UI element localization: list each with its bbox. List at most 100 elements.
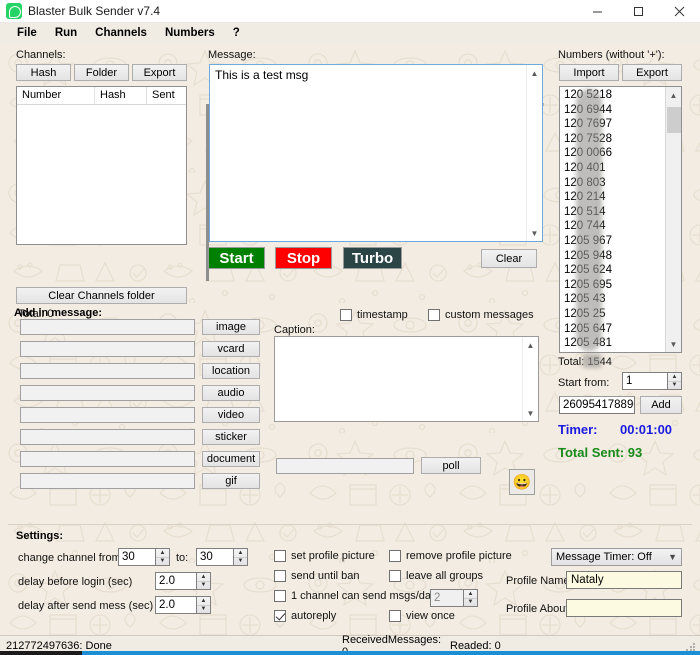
cct-down-icon[interactable]: ▼ <box>234 558 247 566</box>
send-until-ban-checkbox[interactable]: send until ban <box>274 570 360 582</box>
mpd-down-icon[interactable]: ▼ <box>464 599 477 607</box>
numbers-scroll-thumb[interactable] <box>666 107 681 133</box>
numbers-list-item[interactable]: 1205 695 <box>560 278 665 293</box>
numbers-list-item[interactable]: 120 6944 <box>560 103 665 118</box>
grinning-face-icon[interactable]: 😀 <box>509 469 535 495</box>
set-profile-picture-checkbox[interactable]: set profile picture <box>274 550 375 562</box>
start-from-up-icon[interactable]: ▲ <box>668 373 681 382</box>
start-from-spinner[interactable]: 1 ▲ ▼ <box>622 372 682 390</box>
add-sticker-input[interactable] <box>20 429 195 445</box>
numbers-list-item[interactable]: 120 5218 <box>560 88 665 103</box>
ccf-down-icon[interactable]: ▼ <box>156 558 169 566</box>
stop-button[interactable]: Stop <box>275 247 332 269</box>
dbl-down-icon[interactable]: ▼ <box>197 582 210 590</box>
add-document-input[interactable] <box>20 451 195 467</box>
send-until-ban-box[interactable] <box>274 570 286 582</box>
menu-item-file[interactable]: File <box>8 25 46 41</box>
dbl-arrows[interactable]: ▲ ▼ <box>196 572 211 590</box>
add-document-button[interactable]: document <box>202 451 260 467</box>
change-channel-to-value[interactable]: 30 <box>196 548 233 566</box>
msgs-per-day-value[interactable]: 2 <box>430 589 463 607</box>
numbers-scroll-up-icon[interactable]: ▲ <box>666 87 682 103</box>
add-gif-button[interactable]: gif <box>202 473 260 489</box>
menu-item-help[interactable]: ? <box>224 25 249 41</box>
numbers-list-item[interactable]: 120 744 <box>560 219 665 234</box>
autoreply-box[interactable] <box>274 610 286 622</box>
one-channel-per-day-box[interactable] <box>274 590 286 602</box>
maximize-icon[interactable] <box>618 0 659 23</box>
caption-textarea[interactable]: ▲ ▼ <box>274 336 539 422</box>
add-sticker-button[interactable]: sticker <box>202 429 260 445</box>
chevron-down-icon[interactable]: ▼ <box>668 552 677 562</box>
delay-before-login-value[interactable]: 2.0 <box>155 572 196 590</box>
numbers-list-item[interactable]: 120 514 <box>560 205 665 220</box>
caption-scroll-track[interactable] <box>523 353 539 405</box>
channels-export-button[interactable]: Export <box>132 64 187 81</box>
numbers-list-item[interactable]: 1205 624 <box>560 263 665 278</box>
add-vcard-button[interactable]: vcard <box>202 341 260 357</box>
close-icon[interactable] <box>659 0 700 23</box>
numbers-scrollbar[interactable]: ▲ ▼ <box>665 87 681 352</box>
custom-messages-checkbox-box[interactable] <box>428 309 440 321</box>
numbers-import-button[interactable]: Import <box>559 64 619 81</box>
caption-text[interactable] <box>275 337 522 421</box>
numbers-list-item[interactable]: 120 7528 <box>560 132 665 147</box>
delay-before-login-spinner[interactable]: 2.0 ▲ ▼ <box>155 572 211 590</box>
das-arrows[interactable]: ▲ ▼ <box>196 596 211 614</box>
view-once-checkbox[interactable]: view once <box>389 610 455 622</box>
add-audio-button[interactable]: audio <box>202 385 260 401</box>
message-text[interactable]: This is a test msg <box>210 65 526 241</box>
numbers-list-item[interactable]: 1205 967 <box>560 234 665 249</box>
custom-messages-checkbox[interactable]: custom messages <box>428 309 534 321</box>
add-video-button[interactable]: video <box>202 407 260 423</box>
minimize-icon[interactable] <box>577 0 618 23</box>
mpd-arrows[interactable]: ▲ ▼ <box>463 589 478 607</box>
caption-scroll-up-icon[interactable]: ▲ <box>523 337 539 353</box>
start-button[interactable]: Start <box>208 247 265 269</box>
clear-message-button[interactable]: Clear <box>481 249 537 268</box>
timestamp-checkbox[interactable]: timestamp <box>340 309 408 321</box>
numbers-scroll-track[interactable] <box>666 103 682 336</box>
numbers-list[interactable]: 120 5218 120 6944 120 7697 120 7528 120 0066… <box>559 86 682 353</box>
view-once-box[interactable] <box>389 610 401 622</box>
add-audio-input[interactable] <box>20 385 195 401</box>
numbers-list-item[interactable]: 120 7697 <box>560 117 665 132</box>
numbers-list-items[interactable]: 120 5218 120 6944 120 7697 120 7528 120 0066… <box>560 87 665 352</box>
add-video-input[interactable] <box>20 407 195 423</box>
scroll-up-icon[interactable]: ▲ <box>527 65 543 81</box>
start-from-down-icon[interactable]: ▼ <box>668 382 681 390</box>
start-from-value[interactable]: 1 <box>622 372 667 390</box>
channels-folder-button[interactable]: Folder <box>74 64 129 81</box>
change-channel-to-spinner[interactable]: 30 ▲ ▼ <box>196 548 248 566</box>
message-textarea[interactable]: This is a test msg ▲ ▼ <box>209 64 543 242</box>
msgs-per-day-spinner[interactable]: 2 ▲ ▼ <box>430 589 478 607</box>
turbo-button[interactable]: Turbo <box>343 247 402 269</box>
numbers-list-item[interactable]: 120 0066 <box>560 146 665 161</box>
numbers-scroll-down-icon[interactable]: ▼ <box>666 336 682 352</box>
add-number-input[interactable]: 260954178890 <box>559 396 635 414</box>
poll-input[interactable] <box>276 458 414 474</box>
delay-after-send-spinner[interactable]: 2.0 ▲ ▼ <box>155 596 211 614</box>
cct-arrows[interactable]: ▲ ▼ <box>233 548 248 566</box>
das-up-icon[interactable]: ▲ <box>197 597 210 606</box>
numbers-list-item[interactable]: 1205 647 <box>560 322 665 337</box>
caption-scrollbar[interactable]: ▲ ▼ <box>522 337 538 421</box>
scroll-down-icon[interactable]: ▼ <box>527 225 543 241</box>
autoreply-checkbox[interactable]: autoreply <box>274 610 336 622</box>
ccf-up-icon[interactable]: ▲ <box>156 549 169 558</box>
profile-about-input[interactable] <box>566 599 682 617</box>
channels-table[interactable]: Number Hash Sent <box>16 86 187 245</box>
mpd-up-icon[interactable]: ▲ <box>464 590 477 599</box>
change-channel-from-value[interactable]: 30 <box>118 548 155 566</box>
dbl-up-icon[interactable]: ▲ <box>197 573 210 582</box>
start-from-arrows[interactable]: ▲ ▼ <box>667 372 682 390</box>
change-channel-from-spinner[interactable]: 30 ▲ ▼ <box>118 548 170 566</box>
remove-profile-picture-checkbox[interactable]: remove profile picture <box>389 550 512 562</box>
numbers-list-item[interactable]: 1205 25 <box>560 307 665 322</box>
add-image-input[interactable] <box>20 319 195 335</box>
delay-after-send-value[interactable]: 2.0 <box>155 596 196 614</box>
numbers-list-item[interactable]: 1205 481 <box>560 336 665 351</box>
numbers-list-item[interactable]: 120 401 <box>560 161 665 176</box>
remove-profile-picture-box[interactable] <box>389 550 401 562</box>
numbers-list-item[interactable]: 120 214 <box>560 190 665 205</box>
